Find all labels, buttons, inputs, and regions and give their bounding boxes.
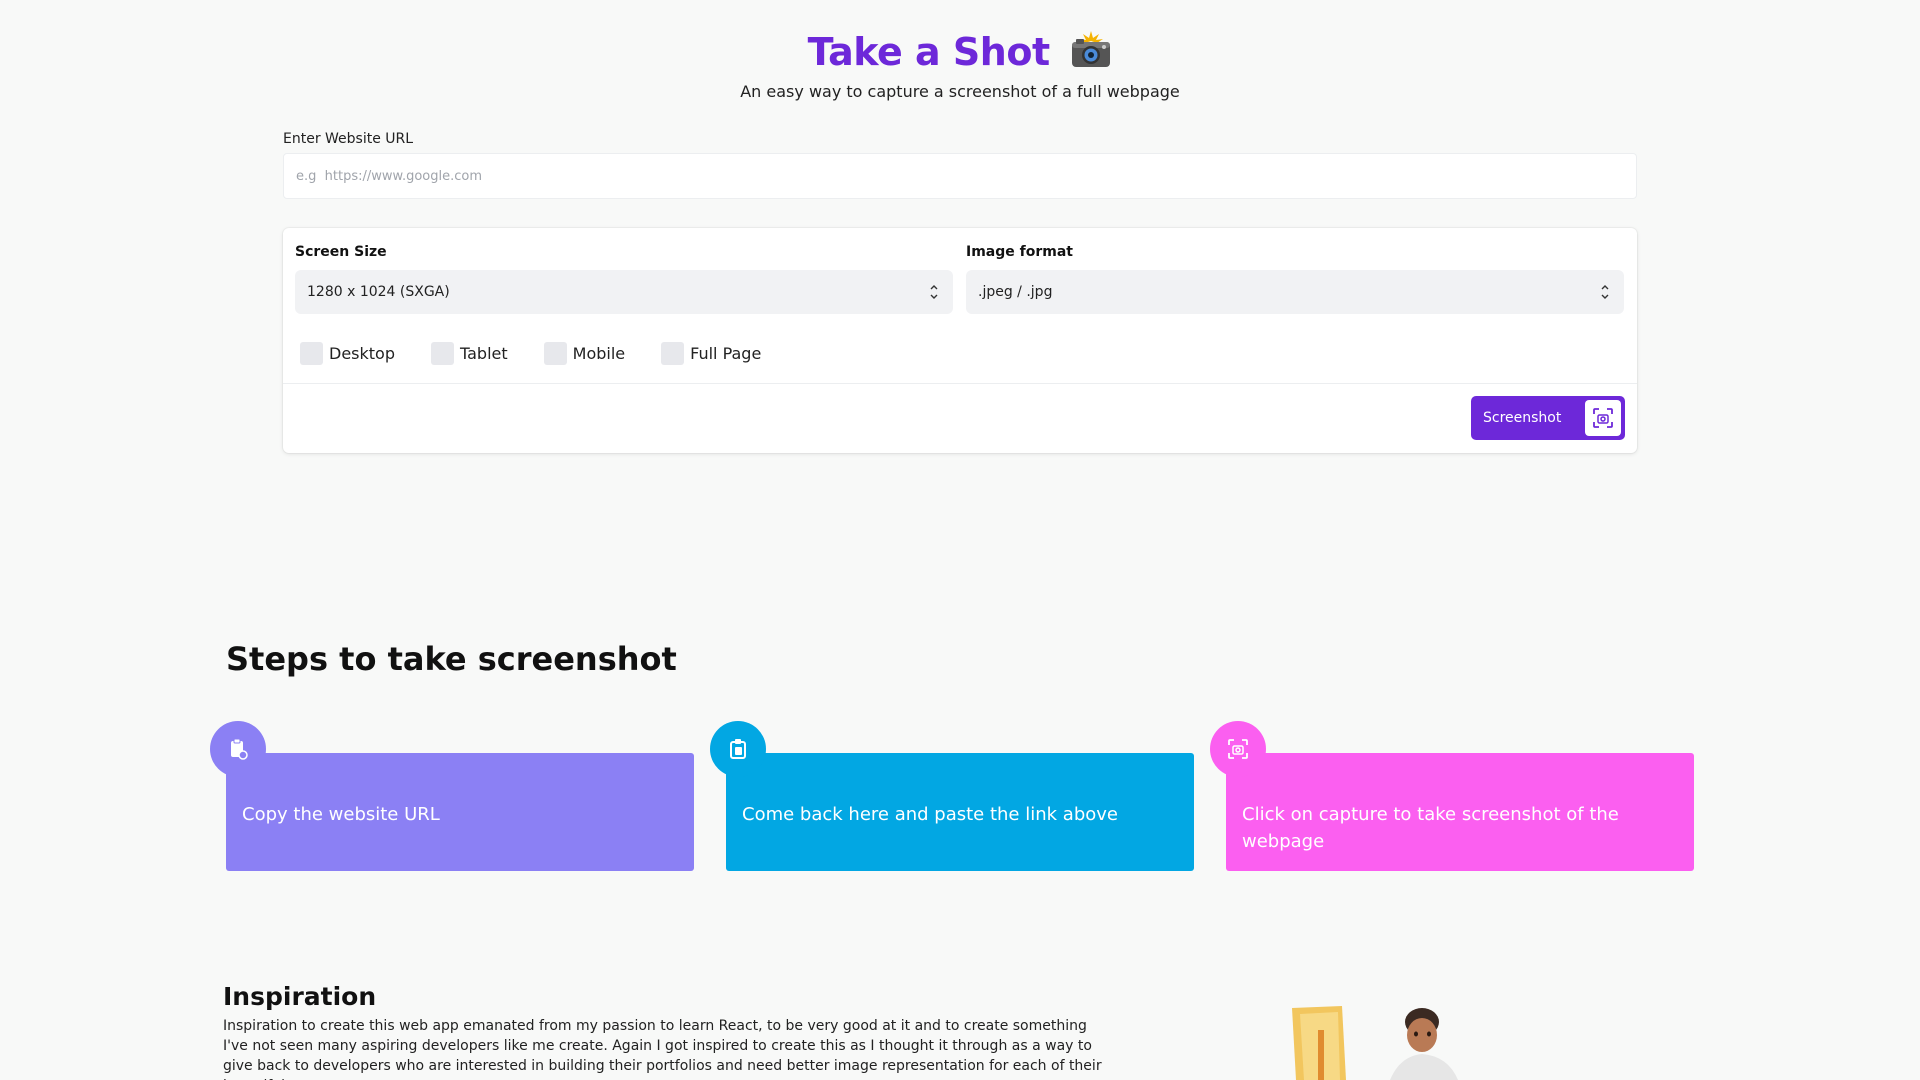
subtitle: An easy way to capture a screenshot of a… bbox=[740, 82, 1180, 101]
paste-icon bbox=[710, 721, 766, 777]
step-text: Come back here and paste the link above bbox=[742, 804, 1118, 825]
capture-icon bbox=[1585, 400, 1621, 436]
step-card-copy: Copy the website URL bbox=[226, 753, 694, 871]
title-text: Take a Shot bbox=[807, 30, 1050, 74]
clipboard-copy-icon bbox=[210, 721, 266, 777]
camera-flash-icon bbox=[1070, 31, 1112, 80]
image-format-select[interactable]: .jpeg / .jpg bbox=[966, 270, 1624, 314]
checkbox-box[interactable] bbox=[543, 342, 567, 365]
inspiration-heading: Inspiration bbox=[223, 982, 377, 1011]
checkbox-full-page[interactable]: Full Page bbox=[661, 342, 761, 365]
step-text: Click on capture to take screenshot of t… bbox=[1242, 804, 1619, 852]
image-format-value: .jpeg / .jpg bbox=[978, 284, 1053, 300]
developer-illustration bbox=[1280, 1000, 1480, 1080]
steps-heading: Steps to take screenshot bbox=[226, 640, 677, 678]
device-checkboxes: Desktop Tablet Mobile Full Page bbox=[300, 342, 797, 365]
checkbox-mobile[interactable]: Mobile bbox=[543, 342, 626, 365]
inspiration-text: Inspiration to create this web app emana… bbox=[223, 1018, 1102, 1080]
panel-divider bbox=[283, 383, 1637, 384]
capture-icon bbox=[1210, 721, 1266, 777]
step-card-paste: Come back here and paste the link above bbox=[726, 753, 1194, 871]
screen-size-value: 1280 x 1024 (SXGA) bbox=[307, 284, 450, 300]
url-input[interactable] bbox=[283, 153, 1637, 199]
checkbox-box[interactable] bbox=[430, 342, 454, 365]
checkbox-tablet[interactable]: Tablet bbox=[430, 342, 508, 365]
checkbox-label: Full Page bbox=[690, 344, 762, 363]
step-text: Copy the website URL bbox=[242, 804, 440, 825]
screenshot-button[interactable]: Screenshot bbox=[1471, 396, 1625, 440]
select-chevron-icon bbox=[930, 285, 938, 299]
checkbox-label: Desktop bbox=[329, 344, 395, 363]
options-panel: Screen Size 1280 x 1024 (SXGA) Image for… bbox=[283, 228, 1637, 453]
screenshot-button-label: Screenshot bbox=[1483, 410, 1562, 426]
header: Take a Shot An easy way to capture a scr… bbox=[0, 28, 1920, 101]
image-format-label: Image format bbox=[966, 244, 1073, 260]
select-chevron-icon bbox=[1601, 285, 1609, 299]
url-label: Enter Website URL bbox=[283, 131, 414, 147]
checkbox-box[interactable] bbox=[300, 342, 323, 365]
page-title: Take a Shot bbox=[0, 28, 1920, 80]
checkbox-box[interactable] bbox=[661, 342, 685, 365]
step-card-capture: Click on capture to take screenshot of t… bbox=[1226, 753, 1694, 871]
checkbox-desktop[interactable]: Desktop bbox=[300, 342, 395, 365]
checkbox-label: Mobile bbox=[572, 344, 626, 363]
screen-size-label: Screen Size bbox=[295, 244, 387, 260]
screen-size-select[interactable]: 1280 x 1024 (SXGA) bbox=[295, 270, 953, 314]
checkbox-label: Tablet bbox=[459, 344, 508, 363]
